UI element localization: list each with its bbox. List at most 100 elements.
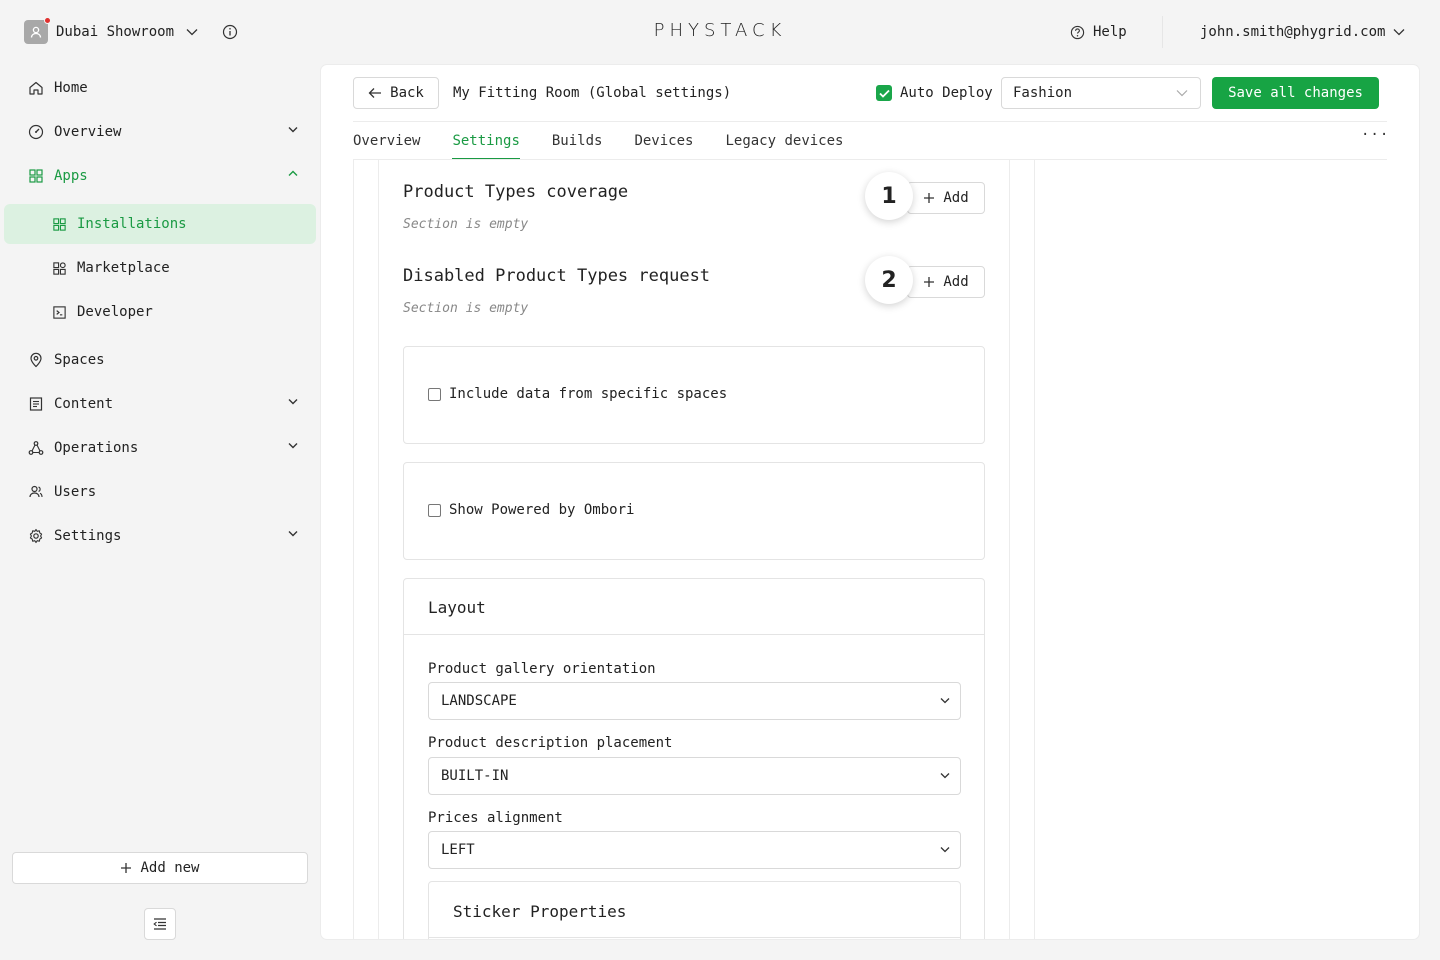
back-button[interactable]: Back [353,77,439,109]
select-value: LANDSCAPE [441,693,517,709]
powered-by-card: Show Powered by Ombori [403,462,985,560]
add-product-type-button[interactable]: Add [907,182,985,214]
sticker-properties-card: Sticker Properties [428,881,961,939]
terminal-icon [53,305,66,319]
add-new-button[interactable]: Add new [12,852,308,884]
divider [429,937,960,938]
users-icon [29,485,43,498]
sidebar-item-developer[interactable]: Developer [4,292,316,332]
section-title: Product Types coverage [403,182,629,202]
sidebar-item-label: Operations [54,440,139,456]
add-new-label: Add new [140,860,200,876]
layout-header: Layout [404,579,984,635]
divider [353,160,354,939]
dashboard-icon [28,124,44,140]
gallery-orientation-select[interactable]: LANDSCAPE [428,682,961,720]
divider [353,159,1387,160]
sidebar-item-home[interactable]: Home [28,68,300,108]
chevron-down-icon [288,127,298,133]
field-label: Product gallery orientation [428,661,656,677]
field-label: Product description placement [428,735,673,751]
field-label: Prices alignment [428,810,563,826]
help-button[interactable]: Help [1070,24,1127,40]
checkbox-unchecked-icon [428,387,441,401]
tab-legacy-devices[interactable]: Legacy devices [725,122,843,160]
gear-icon [29,528,43,544]
sidebar-item-apps[interactable]: Apps [28,156,300,196]
tab-bar: Overview Settings Builds Devices Legacy … [353,122,875,160]
plus-icon [924,193,935,203]
grid-icon [53,217,66,231]
sidebar-item-label: Installations [77,216,187,232]
chevron-down-icon [1393,29,1405,36]
chevron-down-icon [288,399,298,405]
chevron-down-icon [940,773,950,779]
page-title: My Fitting Room (Global settings) [453,85,732,101]
checkbox-label: Show Powered by Ombori [449,502,635,518]
add-label: Add [943,190,969,206]
sidebar-item-label: Developer [77,304,153,320]
section-empty-text: Section is empty [403,217,529,232]
environment-select[interactable]: Fashion [1001,77,1201,109]
sidebar-item-content[interactable]: Content [28,384,300,424]
collapse-sidebar-button[interactable] [144,908,176,940]
layout-title: Layout [428,598,486,617]
sidebar-item-overview[interactable]: Overview [28,112,300,152]
back-label: Back [390,85,424,101]
tab-settings[interactable]: Settings [452,122,521,160]
tab-builds[interactable]: Builds [552,122,603,160]
step-badge: 2 [865,256,913,304]
sticker-title: Sticker Properties [453,902,627,921]
section-title: Disabled Product Types request [403,266,711,286]
add-disabled-product-type-button[interactable]: Add [907,266,985,298]
description-placement-select[interactable]: BUILT-IN [428,757,961,795]
include-spaces-checkbox[interactable]: Include data from specific spaces [428,386,727,402]
sidebar-item-label: Settings [54,528,122,544]
sidebar-item-settings[interactable]: Settings [28,516,300,556]
include-spaces-card: Include data from specific spaces [403,346,985,444]
select-value: LEFT [441,842,475,858]
plus-icon [924,277,935,287]
prices-alignment-select[interactable]: LEFT [428,831,961,869]
marketplace-icon [53,261,66,275]
show-powered-by-checkbox[interactable]: Show Powered by Ombori [428,502,634,518]
chevron-up-icon [288,170,298,176]
sidebar-item-installations[interactable]: Installations [4,204,316,244]
sidebar-item-label: Overview [54,124,122,140]
select-value: BUILT-IN [441,768,509,784]
sidebar-item-label: Apps [54,168,88,184]
checkbox-label: Include data from specific spaces [449,386,728,402]
sidebar-item-label: Content [54,396,114,412]
document-icon [29,397,43,411]
user-menu[interactable]: john.smith@phygrid.com [1200,24,1405,40]
home-icon [29,81,43,95]
sidebar-item-users[interactable]: Users [28,472,300,512]
main-panel: Back My Fitting Room (Global settings) A… [321,65,1419,939]
tab-overview[interactable]: Overview [353,122,420,160]
sidebar-item-spaces[interactable]: Spaces [28,340,300,380]
plus-icon [121,863,132,873]
arrow-left-icon [368,88,382,98]
sidebar-item-label: Spaces [54,352,105,368]
chevron-down-icon [1176,90,1188,97]
step-badge: 1 [865,172,913,220]
save-all-changes-button[interactable]: Save all changes [1212,77,1379,109]
chevron-down-icon [288,443,298,449]
divider [1009,160,1010,939]
more-options-icon[interactable]: ··· [1361,127,1389,143]
chevron-down-icon [288,531,298,537]
divider [1034,160,1035,939]
sidebar-item-label: Home [54,80,88,96]
auto-deploy-checkbox[interactable]: Auto Deploy [876,85,993,101]
sidebar-item-operations[interactable]: Operations [28,428,300,468]
apps-icon [29,169,43,183]
location-pin-icon [30,352,42,368]
sidebar-item-marketplace[interactable]: Marketplace [4,248,316,288]
divider [1162,16,1163,48]
collapse-menu-icon [153,918,166,930]
tab-devices[interactable]: Devices [634,122,693,160]
network-icon [28,441,44,455]
checkbox-checked-icon [876,85,892,101]
chevron-down-icon [940,847,950,853]
layout-card: Layout Product gallery orientation LANDS… [403,578,985,939]
